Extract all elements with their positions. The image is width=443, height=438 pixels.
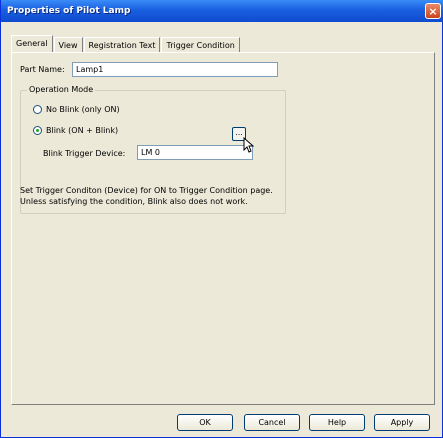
- mouse-cursor-icon: [243, 137, 255, 153]
- apply-button[interactable]: Apply: [374, 414, 430, 431]
- tab-strip: General View Registration Text Trigger C…: [11, 35, 241, 52]
- blink-trigger-device-input[interactable]: LM 0: [137, 145, 253, 160]
- cancel-button[interactable]: Cancel: [244, 414, 300, 431]
- properties-dialog: Properties of Pilot Lamp × General View …: [0, 0, 443, 438]
- part-name-input[interactable]: Lamp1: [72, 62, 278, 77]
- tab-trigger-condition[interactable]: Trigger Condition: [161, 37, 240, 52]
- tab-view[interactable]: View: [53, 37, 83, 52]
- title-bar[interactable]: Properties of Pilot Lamp ×: [1, 0, 443, 22]
- no-blink-radio-option[interactable]: No Blink (only ON): [33, 105, 120, 114]
- window-title: Properties of Pilot Lamp: [7, 6, 131, 16]
- blink-radio[interactable]: [33, 126, 42, 135]
- no-blink-radio[interactable]: [33, 105, 42, 114]
- help-button[interactable]: Help: [309, 414, 365, 431]
- part-name-label: Part Name:: [20, 65, 65, 74]
- general-tab-panel: Part Name: Lamp1 Operation Mode No Blink…: [11, 52, 435, 405]
- ok-button[interactable]: OK: [177, 414, 233, 431]
- trigger-note-line-1: Set Trigger Conditon (Device) for ON to …: [20, 186, 273, 195]
- trigger-note: Set Trigger Conditon (Device) for ON to …: [20, 185, 273, 207]
- close-icon[interactable]: ×: [425, 3, 441, 19]
- tab-registration-text[interactable]: Registration Text: [83, 37, 161, 52]
- tab-general[interactable]: General: [11, 35, 53, 52]
- blink-label: Blink (ON + Blink): [46, 126, 119, 135]
- blink-trigger-device-label: Blink Trigger Device:: [43, 149, 126, 158]
- no-blink-label: No Blink (only ON): [46, 105, 120, 114]
- trigger-note-line-2: Unless satisfying the condition, Blink a…: [20, 197, 248, 206]
- blink-radio-option[interactable]: Blink (ON + Blink): [33, 126, 118, 135]
- operation-mode-legend: Operation Mode: [27, 85, 96, 94]
